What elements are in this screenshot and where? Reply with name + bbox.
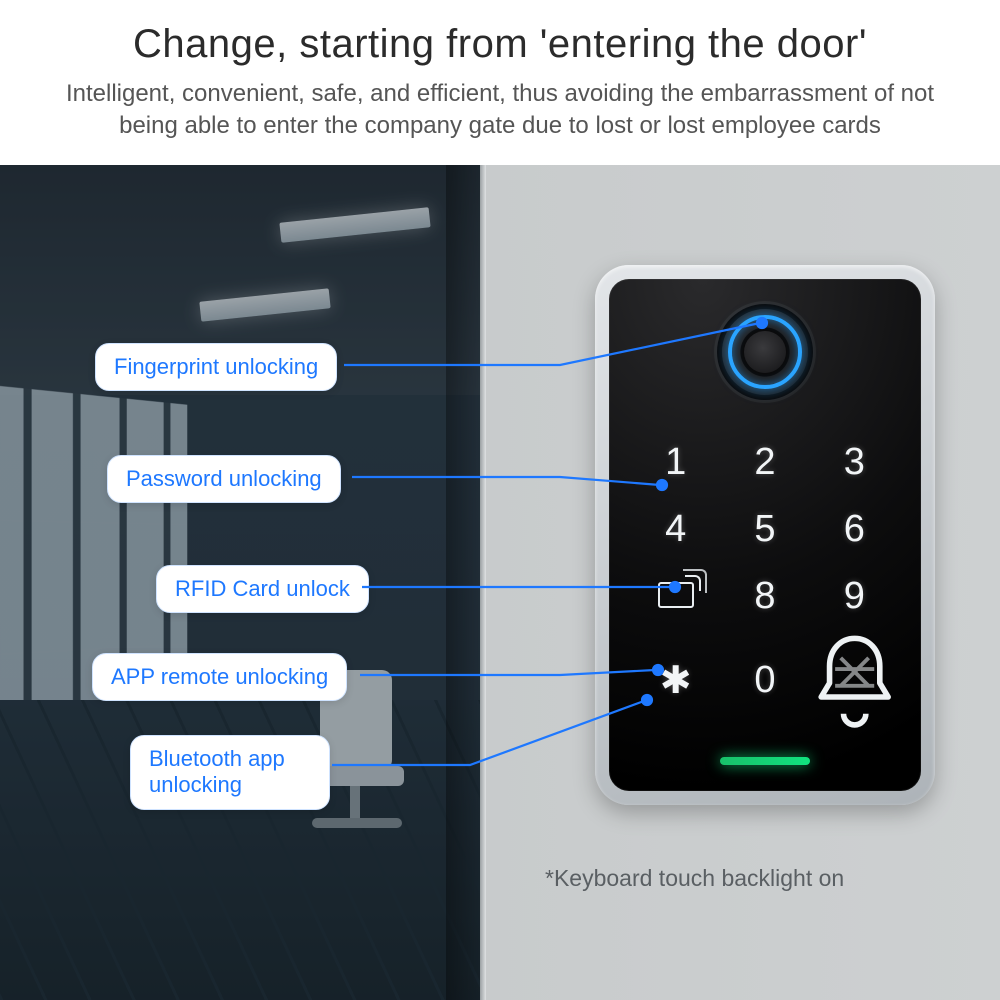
doorbell-hash-icon — [810, 630, 899, 731]
keypad-key-4[interactable]: 4 — [665, 508, 686, 551]
keypad-key-6[interactable]: 6 — [844, 508, 865, 551]
rfid-card-icon — [658, 582, 694, 608]
hero-image: 1 2 3 4 5 6 8 9 ✱ 0 — [0, 165, 1000, 1000]
access-control-device: 1 2 3 4 5 6 8 9 ✱ 0 — [595, 265, 935, 805]
keypad-key-0[interactable]: 0 — [754, 659, 775, 702]
device-panel: 1 2 3 4 5 6 8 9 ✱ 0 — [609, 279, 921, 791]
keypad-key-8[interactable]: 8 — [754, 575, 775, 618]
callout-rfid: RFID Card unlock — [156, 565, 369, 613]
callout-bluetooth: Bluetooth app unlocking — [130, 735, 330, 810]
keypad-key-rfid[interactable] — [658, 575, 694, 618]
keypad-key-2[interactable]: 2 — [754, 441, 775, 484]
page-title: Change, starting from 'entering the door… — [0, 22, 1000, 67]
device-caption: *Keyboard touch backlight on — [545, 865, 844, 892]
door-edge-divider — [480, 165, 486, 1000]
callout-fingerprint: Fingerprint unlocking — [95, 343, 337, 391]
keypad-key-3[interactable]: 3 — [844, 441, 865, 484]
fingerprint-sensor-icon[interactable] — [722, 309, 808, 395]
page-subtitle: Intelligent, convenient, safe, and effic… — [40, 78, 960, 143]
keypad: 1 2 3 4 5 6 8 9 ✱ 0 — [631, 429, 899, 731]
callout-app: APP remote unlocking — [92, 653, 347, 701]
keypad-key-9[interactable]: 9 — [844, 575, 865, 618]
keypad-key-5[interactable]: 5 — [754, 508, 775, 551]
keypad-key-hash-bell[interactable] — [810, 630, 899, 731]
keypad-key-star[interactable]: ✱ — [660, 658, 692, 703]
status-led-icon — [720, 757, 810, 765]
callout-password: Password unlocking — [107, 455, 341, 503]
keypad-key-1[interactable]: 1 — [665, 441, 686, 484]
